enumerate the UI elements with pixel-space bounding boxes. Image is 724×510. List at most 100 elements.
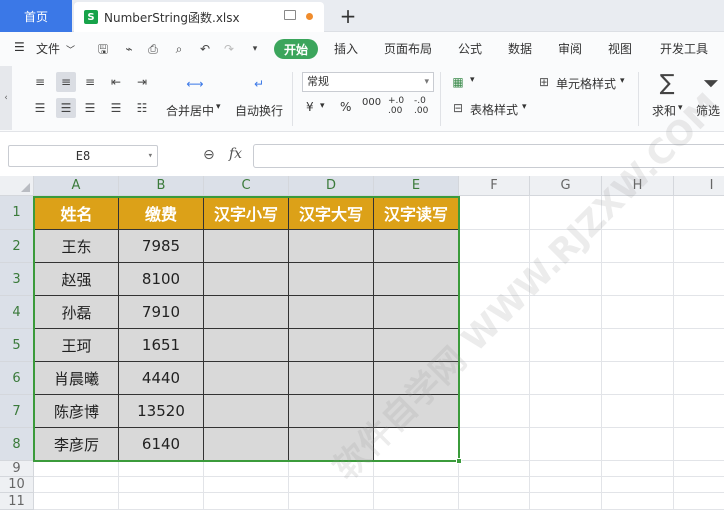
column-header-h[interactable]: H xyxy=(602,176,674,196)
table-grid-icon[interactable]: ▦ xyxy=(448,72,468,92)
column-header-e[interactable]: E xyxy=(374,176,459,196)
cell-g3[interactable] xyxy=(530,263,602,296)
menu-file[interactable]: 文件 xyxy=(36,40,60,57)
column-header-d[interactable]: D xyxy=(289,176,374,196)
row-header-8[interactable]: 8 xyxy=(0,428,34,461)
table-cell-e6[interactable] xyxy=(374,362,459,395)
number-format-select[interactable]: 常规 ▾ xyxy=(302,72,434,92)
row-header-7[interactable]: 7 xyxy=(0,395,34,428)
sum-icon[interactable]: ∑ xyxy=(654,70,680,96)
table-cell-d3[interactable] xyxy=(289,263,374,296)
redo-icon[interactable]: ↷ xyxy=(222,42,236,56)
tab-home[interactable]: 首页 xyxy=(0,0,72,32)
column-header-g[interactable]: G xyxy=(530,176,602,196)
table-cell-c3[interactable] xyxy=(204,263,289,296)
align-center-icon[interactable]: ☰ xyxy=(56,98,76,118)
table-style-button[interactable]: 表格样式 xyxy=(470,101,518,118)
table-cell-b4[interactable]: 7910 xyxy=(119,296,204,329)
table-cell-a7[interactable]: 陈彦博 xyxy=(34,395,119,428)
currency-button[interactable]: ¥ xyxy=(306,100,314,114)
table-cell-b2[interactable]: 7985 xyxy=(119,230,204,263)
cell-h7[interactable] xyxy=(602,395,674,428)
cell-d11[interactable] xyxy=(289,493,374,510)
table-cell-c7[interactable] xyxy=(204,395,289,428)
table-style-icon[interactable]: ⊟ xyxy=(448,98,468,118)
table-cell-c6[interactable] xyxy=(204,362,289,395)
cell-c10[interactable] xyxy=(204,477,289,493)
header-cell-e1[interactable]: 汉字读写 xyxy=(374,196,459,230)
justify-icon[interactable]: ☰ xyxy=(106,98,126,118)
cell-f10[interactable] xyxy=(459,477,530,493)
cell-g1[interactable] xyxy=(530,196,602,230)
header-cell-b1[interactable]: 缴费 xyxy=(119,196,204,230)
cell-f4[interactable] xyxy=(459,296,530,329)
customize-dropdown-icon[interactable]: ▾ xyxy=(248,42,262,56)
table-cell-d5[interactable] xyxy=(289,329,374,362)
cell-f3[interactable] xyxy=(459,263,530,296)
table-cell-a6[interactable]: 肖晨曦 xyxy=(34,362,119,395)
table-cell-c2[interactable] xyxy=(204,230,289,263)
cell-b11[interactable] xyxy=(119,493,204,510)
cell-b10[interactable] xyxy=(119,477,204,493)
cell-style-icon[interactable]: ⊞ xyxy=(534,72,554,92)
table-cell-a4[interactable]: 孙磊 xyxy=(34,296,119,329)
cell-g2[interactable] xyxy=(530,230,602,263)
chevron-down-icon[interactable]: ﹀ xyxy=(66,43,75,56)
cell-style-button[interactable]: 单元格样式 xyxy=(556,75,616,92)
filter-button[interactable]: 筛选 xyxy=(696,102,720,119)
monitor-icon[interactable] xyxy=(284,10,296,20)
table-cell-c8[interactable] xyxy=(204,428,289,461)
header-cell-d1[interactable]: 汉字大写 xyxy=(289,196,374,230)
cell-g5[interactable] xyxy=(530,329,602,362)
table-cell-b8[interactable]: 6140 xyxy=(119,428,204,461)
table-cell-a8[interactable]: 李彦厉 xyxy=(34,428,119,461)
format-painter-icon[interactable]: ⌁ xyxy=(122,42,136,56)
table-cell-b7[interactable]: 13520 xyxy=(119,395,204,428)
tab-document[interactable]: S NumberString函数.xlsx xyxy=(74,2,324,32)
cell-f7[interactable] xyxy=(459,395,530,428)
row-header-3[interactable]: 3 xyxy=(0,263,34,296)
row-header-4[interactable]: 4 xyxy=(0,296,34,329)
merge-dropdown-icon[interactable]: ▾ xyxy=(216,102,221,112)
cell-h8[interactable] xyxy=(602,428,674,461)
percent-button[interactable]: % xyxy=(340,100,351,114)
cell-b9[interactable] xyxy=(119,461,204,477)
merge-center-button[interactable]: 合并居中 xyxy=(166,102,214,119)
increase-decimal-button[interactable]: +.0 .00 xyxy=(388,96,404,116)
cell-i2[interactable] xyxy=(674,230,724,263)
zoom-icon[interactable]: ⊖ xyxy=(203,147,219,163)
print-icon[interactable]: ⎙ xyxy=(146,42,160,56)
cell-g9[interactable] xyxy=(530,461,602,477)
column-header-c[interactable]: C xyxy=(204,176,289,196)
menu-formulas[interactable]: 公式 xyxy=(458,40,482,57)
table-cell-d2[interactable] xyxy=(289,230,374,263)
table-cell-e2[interactable] xyxy=(374,230,459,263)
table-style-dropdown-icon[interactable]: ▾ xyxy=(522,102,527,112)
row-header-10[interactable]: 10 xyxy=(0,477,34,493)
align-right-icon[interactable]: ☰ xyxy=(80,98,100,118)
table-grid-dropdown-icon[interactable]: ▾ xyxy=(470,75,475,85)
row-header-1[interactable]: 1 xyxy=(0,196,34,230)
filter-icon[interactable]: ⏷ xyxy=(698,70,724,96)
cell-f6[interactable] xyxy=(459,362,530,395)
cell-h3[interactable] xyxy=(602,263,674,296)
table-cell-d8[interactable] xyxy=(289,428,374,461)
row-header-5[interactable]: 5 xyxy=(0,329,34,362)
cell-h11[interactable] xyxy=(602,493,674,510)
cell-i5[interactable] xyxy=(674,329,724,362)
cell-a11[interactable] xyxy=(34,493,119,510)
table-cell-a5[interactable]: 王珂 xyxy=(34,329,119,362)
wrap-text-icon[interactable]: ↵ xyxy=(246,74,272,94)
menu-start[interactable]: 开始 xyxy=(274,39,318,59)
cell-i4[interactable] xyxy=(674,296,724,329)
cell-f11[interactable] xyxy=(459,493,530,510)
name-box[interactable]: E8 ▾ xyxy=(8,145,158,167)
cell-i3[interactable] xyxy=(674,263,724,296)
table-cell-d4[interactable] xyxy=(289,296,374,329)
currency-dropdown-icon[interactable]: ▾ xyxy=(320,101,325,111)
fill-handle[interactable] xyxy=(456,458,462,464)
table-cell-e7[interactable] xyxy=(374,395,459,428)
cell-i10[interactable] xyxy=(674,477,724,493)
cell-h1[interactable] xyxy=(602,196,674,230)
column-header-f[interactable]: F xyxy=(459,176,530,196)
